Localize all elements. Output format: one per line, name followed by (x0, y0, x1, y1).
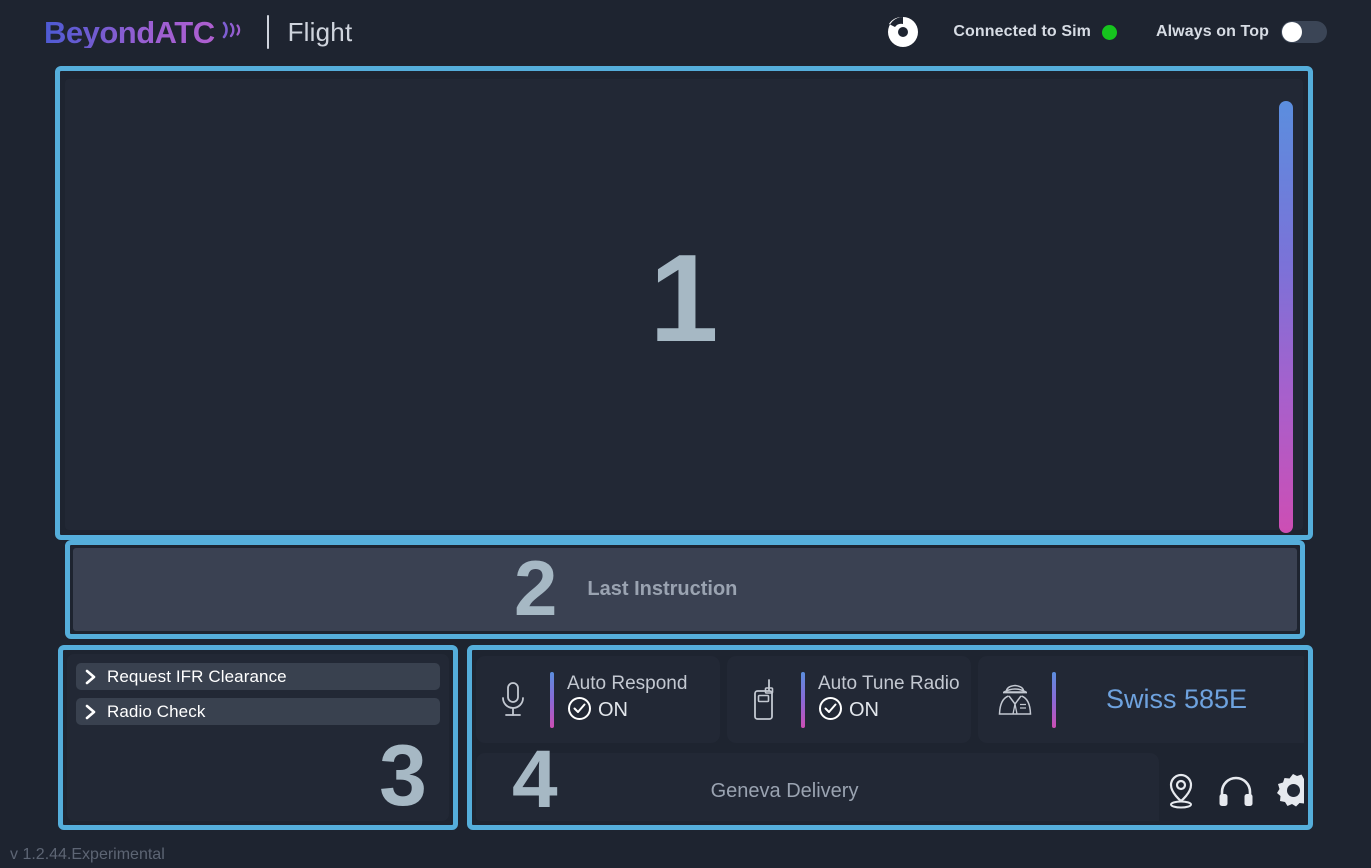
callsign-label: Swiss 585E (1106, 684, 1248, 714)
panel-3-number-overlay: 3 (379, 728, 427, 821)
status-card-title: Auto Tune Radio (818, 673, 960, 695)
menu-options-list: Request IFR Clearance Radio Check 3 (67, 654, 449, 821)
check-circle-icon (567, 696, 592, 726)
top-bar-right-controls: Connected to Sim Always on Top (886, 15, 1327, 49)
panel-4-bottom-row: 4 Geneva Delivery (476, 739, 1304, 821)
last-instruction-label: Last Instruction (587, 578, 738, 600)
panel-4-status-controls[interactable]: Auto Respond ON Auto Tune Radio ON Swiss… (467, 645, 1313, 830)
panel-4-number-overlay: 4 (512, 734, 558, 821)
status-card-auto-tune-radio[interactable]: Auto Tune Radio ON (727, 656, 971, 743)
message-log-area[interactable]: 1 (65, 79, 1303, 533)
status-cards-row: Auto Respond ON Auto Tune Radio ON Swiss… (476, 656, 1304, 743)
gear-icon[interactable] (1274, 772, 1304, 810)
menu-item-label: Radio Check (107, 701, 206, 721)
menu-item-label: Request IFR Clearance (107, 666, 287, 686)
always-on-top-toggle[interactable] (1281, 21, 1327, 43)
pilot-icon (978, 679, 1052, 721)
walkie-talkie-icon (727, 678, 801, 722)
status-card-value-row: ON (567, 696, 687, 726)
status-card-callsign[interactable]: Swiss 585E (978, 656, 1304, 743)
action-icons-row (1164, 753, 1304, 821)
sim-connection-label: Connected to Sim (953, 23, 1091, 40)
status-card-body: Auto Tune Radio ON (818, 673, 960, 726)
card-accent-bar (801, 671, 805, 728)
panel-1-message-log[interactable]: 1 (55, 66, 1313, 540)
beyondatc-app-icon (886, 15, 920, 49)
page-title: Flight (287, 16, 353, 47)
headset-icon[interactable] (1216, 774, 1256, 808)
active-station-label: Geneva Delivery (710, 779, 859, 802)
last-instruction-bar: 2 Last Instruction (73, 548, 1297, 631)
card-accent-bar (1052, 671, 1056, 728)
panel-2-number-overlay: 2 (514, 543, 558, 632)
vertical-scrollbar[interactable] (1279, 101, 1293, 533)
panel-2-last-instruction[interactable]: 2 Last Instruction (65, 540, 1305, 639)
status-card-body: Auto Respond ON (567, 673, 687, 726)
sim-connection-status: Connected to Sim (953, 23, 1117, 41)
panel-1-number-overlay: 1 (649, 230, 719, 368)
card-accent-bar (550, 671, 554, 728)
brand-block: BeyondATC Flight (44, 15, 352, 50)
panel-3-menu-options[interactable]: Request IFR Clearance Radio Check 3 (58, 645, 458, 830)
toggle-knob (1282, 22, 1302, 42)
chevron-right-icon (84, 668, 98, 686)
menu-item-radio-check[interactable]: Radio Check (76, 698, 440, 725)
status-card-value: ON (598, 699, 628, 722)
top-bar: BeyondATC Flight Connected to Sim Always… (0, 0, 1371, 64)
check-circle-icon (818, 696, 843, 726)
status-card-title: Auto Respond (567, 673, 688, 695)
sound-waves-icon (216, 15, 246, 50)
brand-logo-text: BeyondATC (44, 14, 215, 50)
always-on-top-label: Always on Top (1155, 23, 1269, 40)
menu-item-request-ifr-clearance[interactable]: Request IFR Clearance (76, 663, 440, 690)
brand-divider (266, 15, 269, 49)
active-station-bar[interactable]: 4 Geneva Delivery (476, 739, 1159, 821)
status-controls-area: Auto Respond ON Auto Tune Radio ON Swiss… (476, 654, 1304, 821)
microphone-icon (476, 679, 550, 721)
status-card-value: ON (849, 699, 879, 722)
always-on-top-control[interactable]: Always on Top (1156, 21, 1327, 43)
version-label: v 1.2.44.Experimental (10, 846, 165, 863)
status-card-auto-respond[interactable]: Auto Respond ON (476, 656, 720, 743)
sim-connection-indicator (1101, 24, 1117, 40)
status-card-value-row: ON (818, 696, 960, 726)
map-pin-icon[interactable] (1164, 772, 1198, 810)
chevron-right-icon (84, 703, 98, 721)
